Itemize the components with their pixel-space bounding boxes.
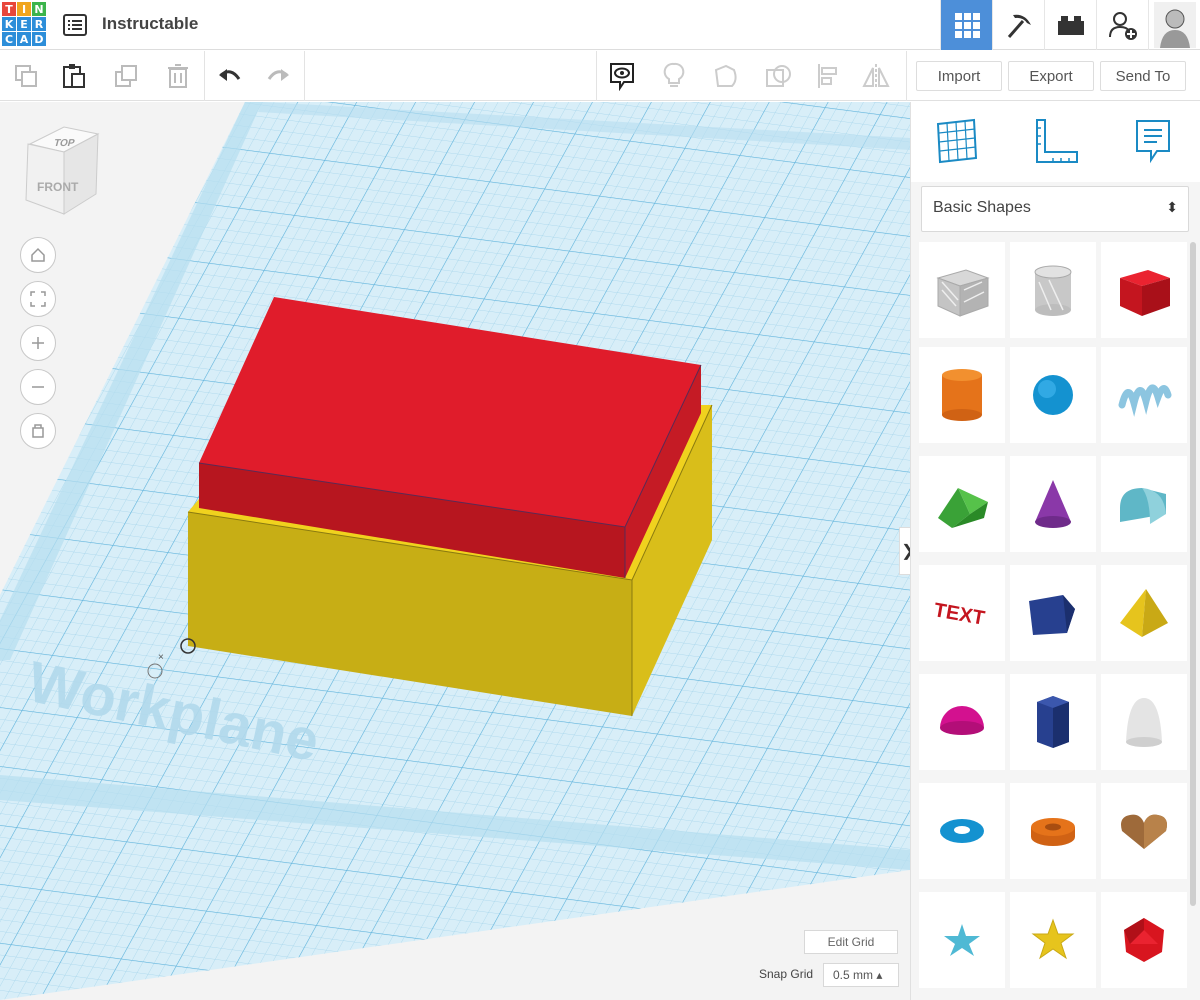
axis-x-marker: × xyxy=(158,652,164,663)
paste-icon[interactable] xyxy=(50,51,98,101)
undo-icon[interactable] xyxy=(206,51,254,101)
send-to-button[interactable]: Send To xyxy=(1100,61,1186,91)
align-icon[interactable] xyxy=(804,51,852,101)
shape-sphere[interactable] xyxy=(1010,347,1096,443)
shapes-panel: Basic Shapes ⬍ TEXT xyxy=(910,102,1200,1000)
design-list-icon[interactable] xyxy=(62,12,88,38)
tinkercad-logo[interactable]: T I N K E R C A D xyxy=(2,2,48,48)
view-cube-top[interactable]: TOP xyxy=(53,138,76,149)
shape-wedge[interactable] xyxy=(1010,565,1096,661)
shape-paraboloid[interactable] xyxy=(1101,674,1187,770)
duplicate-icon[interactable] xyxy=(102,51,150,101)
shape-box[interactable] xyxy=(1101,242,1187,338)
logo-letter: C xyxy=(2,32,16,46)
perspective-icon[interactable] xyxy=(20,413,56,449)
shape-cylinder-hole[interactable] xyxy=(1010,242,1096,338)
logo-letter: E xyxy=(17,17,31,31)
logo-letter: R xyxy=(32,17,46,31)
shape-scribble[interactable] xyxy=(1101,347,1187,443)
shape-cone[interactable] xyxy=(1010,456,1096,552)
scrollbar[interactable] xyxy=(1190,242,1196,906)
snap-grid-select[interactable]: 0.5 mm ▴ xyxy=(823,963,899,987)
svg-text:TEXT: TEXT xyxy=(932,599,986,630)
shape-polygon[interactable] xyxy=(1010,674,1096,770)
shape-cylinder[interactable] xyxy=(919,347,1005,443)
export-button[interactable]: Export xyxy=(1008,61,1094,91)
copy-icon[interactable] xyxy=(2,51,50,101)
logo-letter: A xyxy=(17,32,31,46)
top-bar: T I N K E R C A D Instructable xyxy=(0,0,1200,50)
fit-view-icon[interactable] xyxy=(20,281,56,317)
pickaxe-icon[interactable] xyxy=(992,0,1044,50)
zoom-out-icon[interactable] xyxy=(20,369,56,405)
snap-grid-label: Snap Grid xyxy=(759,967,814,981)
workplane-canvas[interactable]: Workplane × TOP FRONT xyxy=(0,102,910,1000)
shape-star-3d[interactable] xyxy=(1010,892,1096,988)
logo-letter: D xyxy=(32,32,46,46)
group-icon[interactable] xyxy=(702,51,750,101)
lightbulb-icon[interactable] xyxy=(650,51,698,101)
design-title[interactable]: Instructable xyxy=(102,14,198,34)
shape-torus[interactable] xyxy=(919,783,1005,879)
logo-letter: T xyxy=(2,2,16,16)
top-nav xyxy=(940,0,1200,50)
delete-icon[interactable] xyxy=(154,51,202,101)
add-user-icon[interactable] xyxy=(1096,0,1148,50)
home-view-icon[interactable] xyxy=(20,237,56,273)
edit-grid-button[interactable]: Edit Grid xyxy=(804,930,898,954)
shape-box-hole[interactable] xyxy=(919,242,1005,338)
toolbar: Import Export Send To xyxy=(0,51,1200,101)
view-cube-front[interactable]: FRONT xyxy=(37,180,78,194)
shape-category-label: Basic Shapes xyxy=(933,199,1031,216)
user-avatar[interactable] xyxy=(1148,0,1200,50)
zoom-in-icon[interactable] xyxy=(20,325,56,361)
shape-roof[interactable] xyxy=(919,456,1005,552)
shape-pyramid[interactable] xyxy=(1101,565,1187,661)
ungroup-icon[interactable] xyxy=(754,51,802,101)
shape-round-roof[interactable] xyxy=(1101,456,1187,552)
import-button[interactable]: Import xyxy=(916,61,1002,91)
shape-category-select[interactable]: Basic Shapes ⬍ xyxy=(921,186,1189,232)
mirror-icon[interactable] xyxy=(852,51,900,101)
select-arrows-icon: ⬍ xyxy=(1166,199,1178,215)
shape-icosahedron[interactable] xyxy=(1101,892,1187,988)
logo-letter: I xyxy=(17,2,31,16)
ruler-icon[interactable] xyxy=(1031,116,1081,166)
view-cube[interactable]: TOP FRONT xyxy=(24,122,104,217)
shape-tube[interactable] xyxy=(1010,783,1096,879)
shape-star[interactable] xyxy=(919,892,1005,988)
shape-text[interactable]: TEXT xyxy=(919,565,1005,661)
3d-design-icon[interactable] xyxy=(940,0,992,50)
shape-half-sphere[interactable] xyxy=(919,674,1005,770)
logo-letter: K xyxy=(2,17,16,31)
notes-visibility-icon[interactable] xyxy=(598,51,646,101)
workplane-scene[interactable]: Workplane × xyxy=(0,102,910,1000)
notes-icon[interactable] xyxy=(1128,116,1178,166)
workplane-icon[interactable] xyxy=(932,116,982,166)
logo-letter: N xyxy=(32,2,46,16)
shape-heart[interactable] xyxy=(1101,783,1187,879)
redo-icon[interactable] xyxy=(254,51,302,101)
brick-icon[interactable] xyxy=(1044,0,1096,50)
panel-tabs xyxy=(911,102,1200,182)
